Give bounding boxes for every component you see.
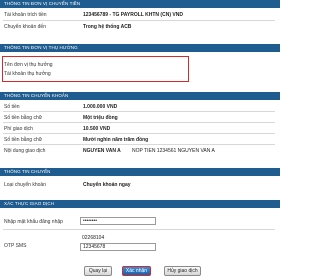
divider bbox=[3, 20, 275, 21]
amount-value: 1.000.000 VND bbox=[83, 104, 118, 110]
divider bbox=[3, 229, 275, 230]
transfer-section-header: THÔNG TIN CHUYỂN KHOẢN bbox=[0, 92, 280, 100]
fee-value: 10.500 VND bbox=[83, 126, 111, 132]
method-section-header: THÔNG TIN CHUYỂN bbox=[0, 168, 280, 176]
amount-words-value: Một triệu đồng bbox=[83, 115, 118, 121]
beneficiary-highlight-box bbox=[2, 56, 189, 82]
otp-code-text: 02268104 bbox=[82, 235, 105, 241]
transfer-type-label: Loại chuyển khoản bbox=[4, 182, 46, 188]
amount-label: Số tiền bbox=[4, 104, 20, 110]
transfer-type-value: Chuyển khoản ngay bbox=[83, 182, 131, 188]
description-extra-value: NOP TIEN 1234561 NGUYEN VAN A bbox=[132, 148, 215, 154]
divider bbox=[3, 133, 275, 134]
fee-words-label: Số tiền bằng chữ bbox=[4, 137, 43, 143]
beneficiary-name-label: Tên đơn vị thụ hưởng bbox=[4, 62, 53, 68]
password-input[interactable]: •••••••• bbox=[80, 217, 156, 225]
fee-words-value: Mười nghìn năm trăm đồng bbox=[83, 137, 149, 143]
divider bbox=[3, 122, 275, 123]
auth-section-header: XÁC THỰC GIAO DỊCH bbox=[0, 200, 280, 208]
transfer-to-value: Trong hệ thống ACB bbox=[83, 24, 132, 30]
beneficiary-account-label: Tài khoản thụ hưởng bbox=[4, 71, 51, 77]
description-label: Nội dung giao dịch bbox=[4, 148, 46, 154]
back-button[interactable]: Quay lại bbox=[84, 266, 112, 276]
amount-words-label: Số tiền bằng chữ bbox=[4, 115, 43, 121]
password-label: Nhập mật khẩu đăng nhập bbox=[4, 219, 63, 225]
beneficiary-section-header: THÔNG TIN ĐƠN VỊ THỤ HƯỞNG bbox=[0, 44, 280, 52]
description-value: NGUYEN VAN A bbox=[83, 148, 121, 154]
otp-label: OTP SMS bbox=[4, 243, 27, 249]
cancel-transaction-button[interactable]: Hủy giao dịch bbox=[164, 266, 201, 276]
source-section-header: THÔNG TIN ĐƠN VỊ CHUYỂN TIỀN bbox=[0, 0, 280, 8]
source-account-value: 123456789 - TG PAYROLL KHTN (CN) VND bbox=[83, 12, 183, 18]
fee-label: Phí giao dịch bbox=[4, 126, 33, 132]
divider bbox=[3, 111, 275, 112]
otp-input[interactable]: 12345678 bbox=[80, 243, 156, 251]
divider bbox=[3, 144, 275, 145]
transfer-to-label: Chuyển khoản đến bbox=[4, 24, 46, 30]
source-account-label: Tài khoản trích tiền bbox=[4, 12, 47, 18]
confirm-button[interactable]: Xác nhận bbox=[122, 266, 151, 276]
